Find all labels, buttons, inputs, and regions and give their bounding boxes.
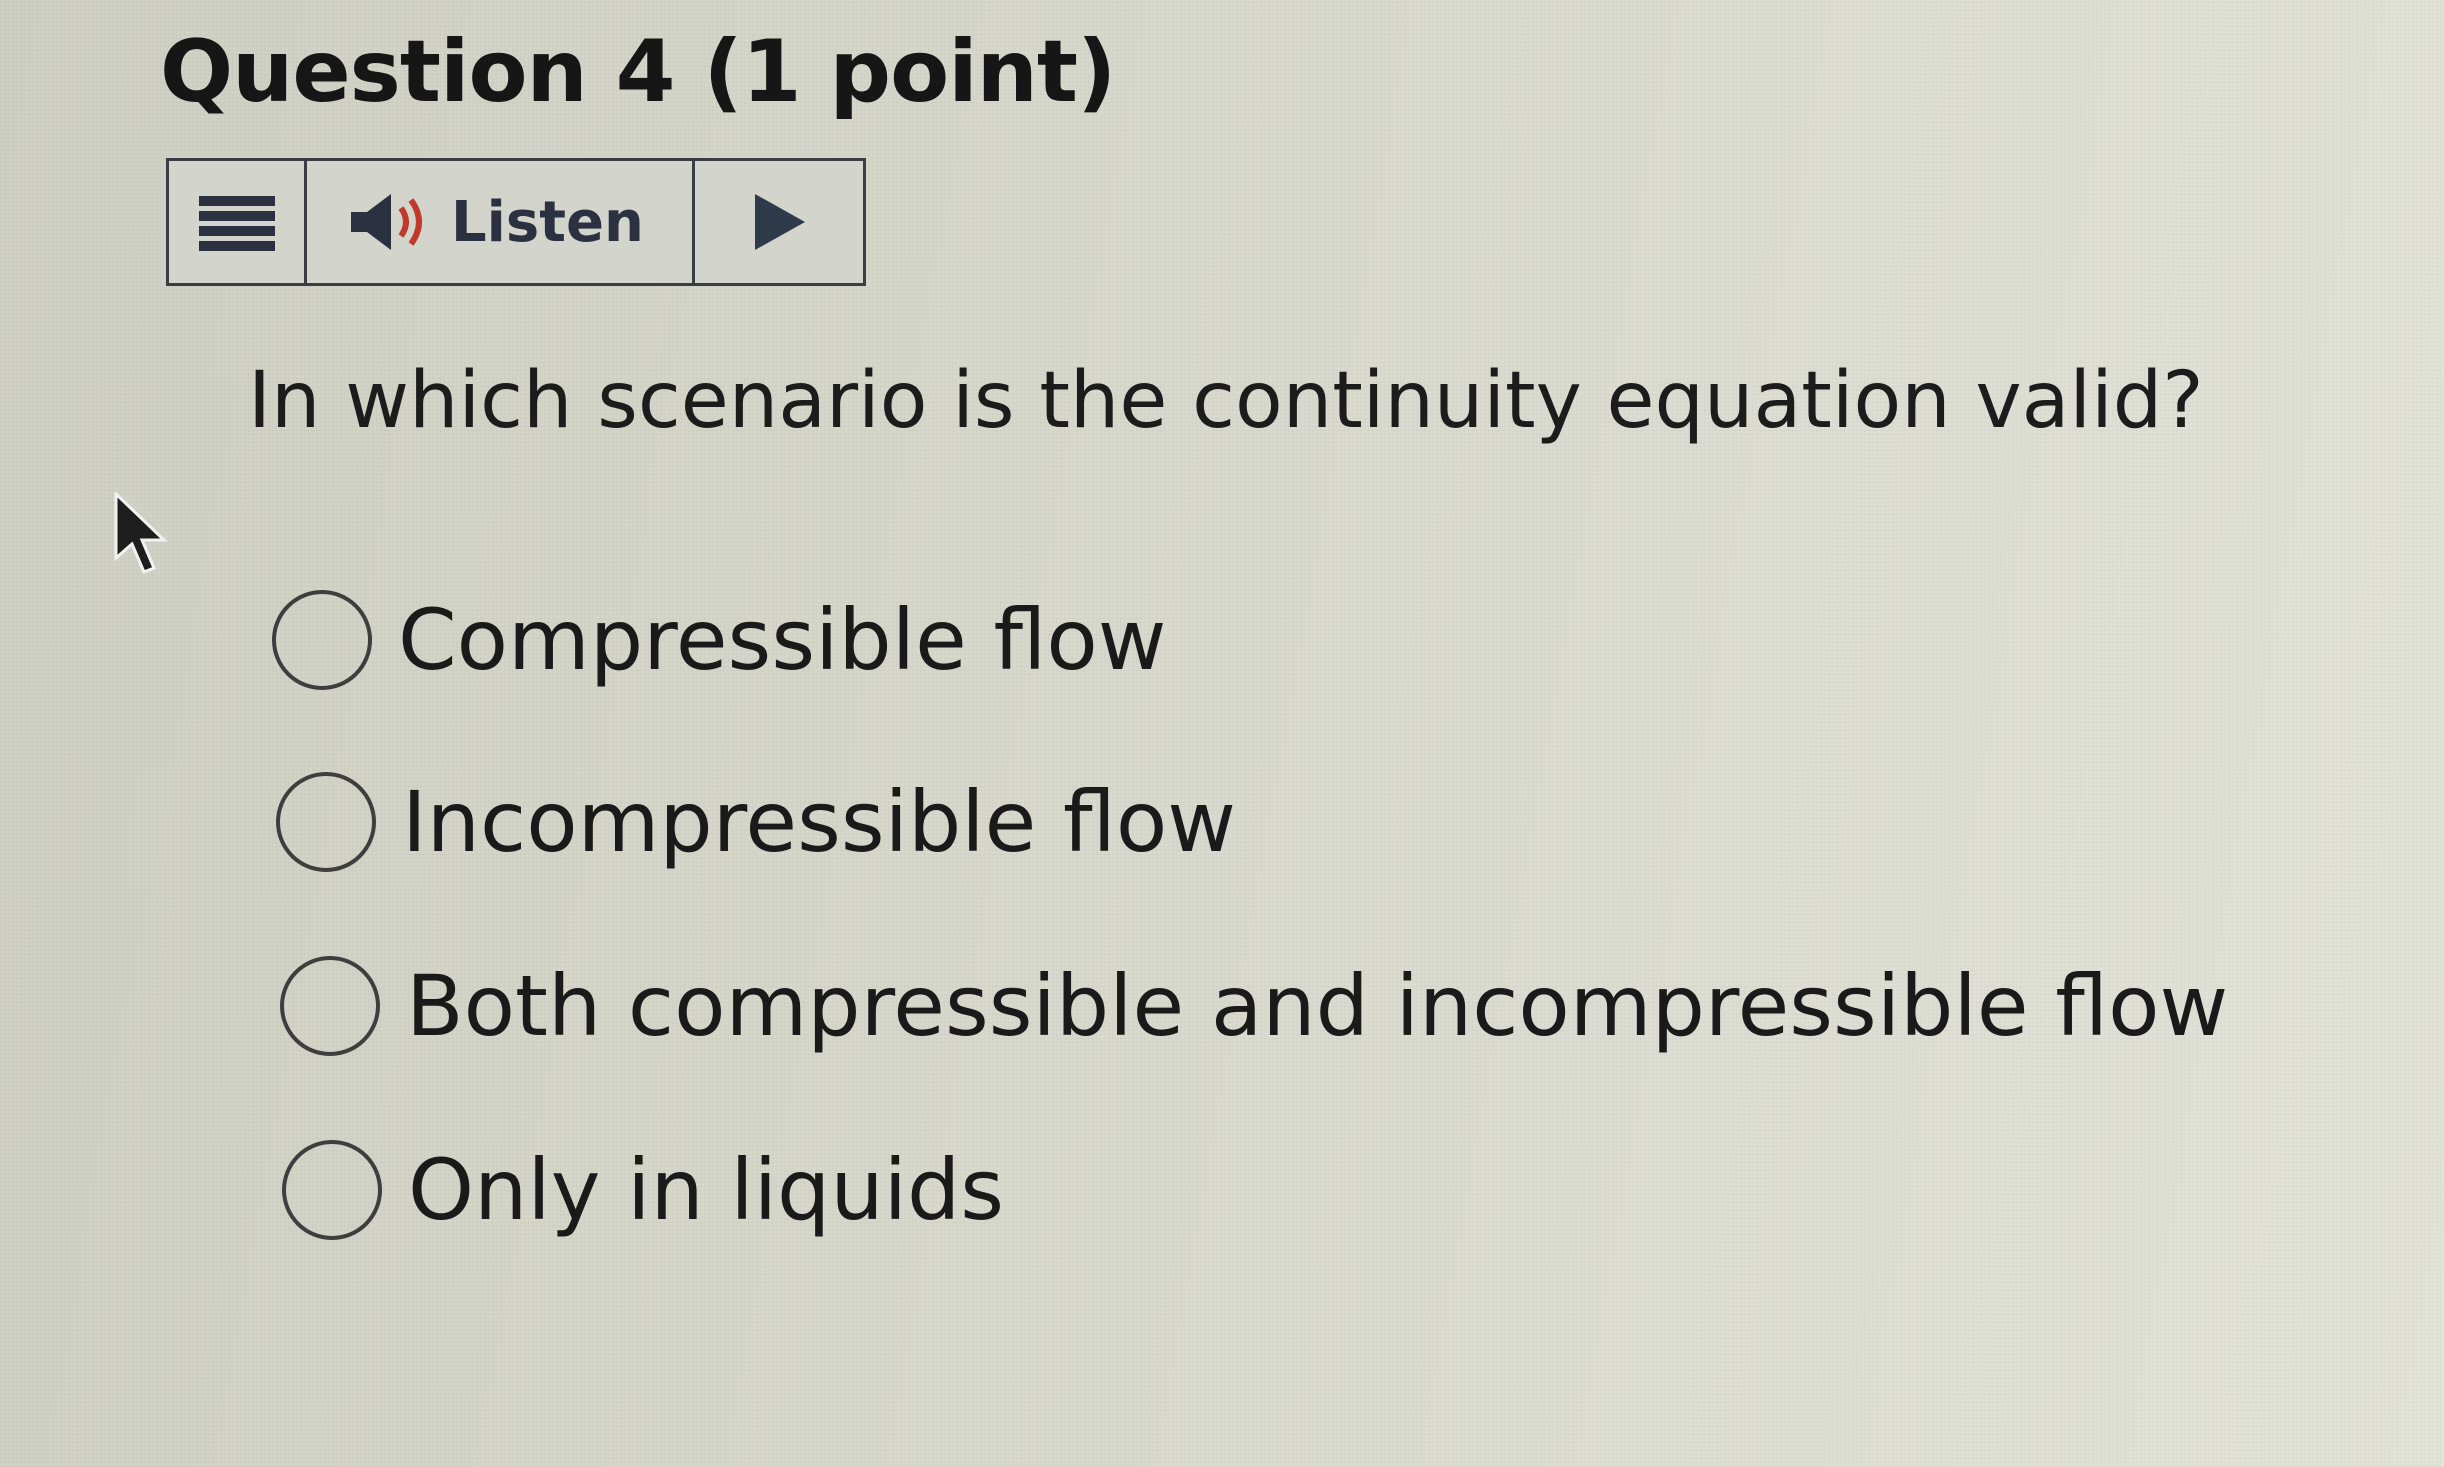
option-label: Only in liquids: [408, 1141, 1005, 1239]
radio-button[interactable]: [276, 772, 376, 872]
speaker-icon: [351, 194, 422, 250]
answer-option[interactable]: Only in liquids: [282, 1140, 1004, 1240]
answer-option[interactable]: Compressible flow: [272, 590, 1166, 690]
play-icon: [755, 194, 805, 250]
readspeaker-toolbar: Listen: [166, 158, 866, 286]
radio-button[interactable]: [272, 590, 372, 690]
option-label: Both compressible and incompressible flo…: [406, 957, 2229, 1055]
answer-option[interactable]: Both compressible and incompressible flo…: [280, 956, 2228, 1056]
hamburger-menu-icon: [198, 196, 275, 251]
question-prompt: In which scenario is the continuity equa…: [248, 356, 2204, 446]
question-title: Question 4 (1 point): [160, 22, 1116, 122]
play-button[interactable]: [695, 161, 863, 283]
mouse-pointer-icon: [114, 492, 168, 574]
listen-button[interactable]: Listen: [307, 161, 695, 283]
radio-button[interactable]: [282, 1140, 382, 1240]
screen: Question 4 (1 point) Listen In which sce: [0, 0, 2444, 1467]
menu-button[interactable]: [169, 161, 307, 283]
option-label: Incompressible flow: [402, 773, 1237, 871]
answer-option[interactable]: Incompressible flow: [276, 772, 1236, 872]
radio-button[interactable]: [280, 956, 380, 1056]
option-label: Compressible flow: [398, 591, 1167, 689]
listen-label: Listen: [451, 189, 644, 255]
